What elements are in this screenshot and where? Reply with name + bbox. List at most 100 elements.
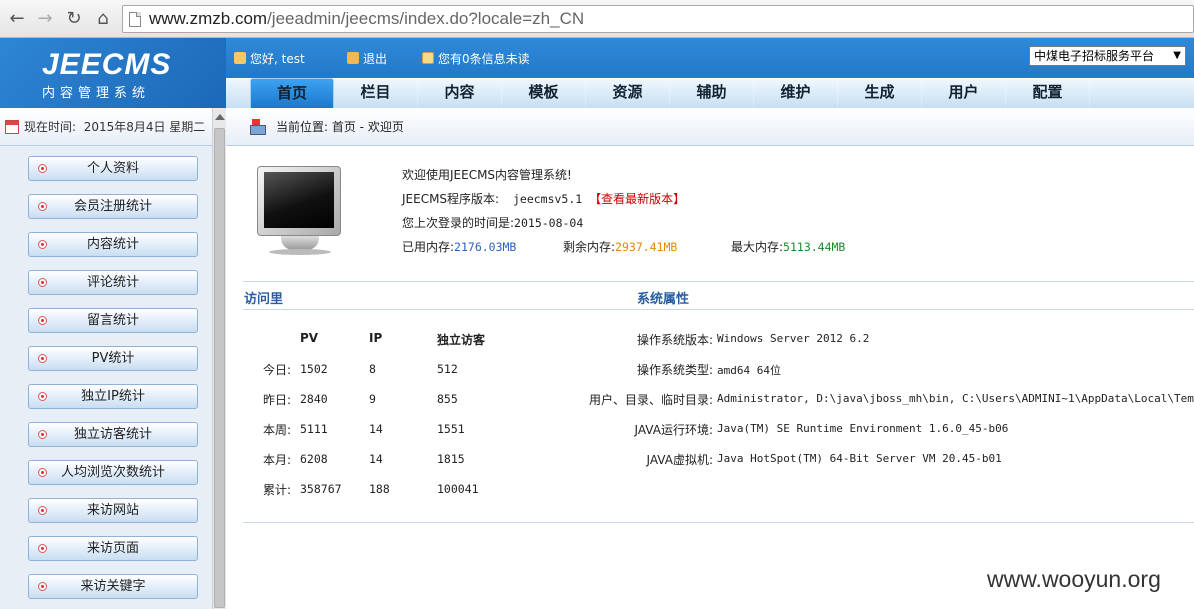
sub-header: 现在时间: 2015年8月4日 星期二 当前位置: 首页 - 欢迎页 bbox=[0, 108, 1194, 146]
time-label: 现在时间: bbox=[24, 120, 77, 134]
tab-channel[interactable]: 栏目 bbox=[334, 78, 418, 108]
messages-link[interactable]: 您有0条信息未读 bbox=[422, 50, 530, 67]
logout-link[interactable]: 退出 bbox=[347, 50, 387, 67]
mem-max-value: 5113.44MB bbox=[783, 240, 846, 254]
memory-free: 剩余内存:2937.41MB bbox=[563, 238, 677, 255]
prop-os-type-label: 操作系统类型: bbox=[636, 363, 713, 377]
prop-dirs-value: Administrator, D:\java\jboss_mh\bin, C:\… bbox=[717, 392, 1194, 405]
mem-max-label: 最大内存: bbox=[731, 240, 784, 254]
logo-sub-text: 内容管理系统 bbox=[42, 86, 151, 101]
scrollbar-thumb[interactable] bbox=[214, 128, 225, 608]
visits-title: 访问里 bbox=[244, 292, 284, 307]
prop-os-version-label: 操作系统版本: bbox=[636, 333, 713, 347]
site-select-value: 中煤电子招标服务平台 bbox=[1034, 49, 1155, 63]
prop-os-version-value: Windows Server 2012 6.2 bbox=[717, 332, 870, 345]
cell-ip: 14 bbox=[369, 452, 383, 466]
tab-resource[interactable]: 资源 bbox=[586, 78, 670, 108]
version-line: JEECMS程序版本: jeecmsv5.1 【查看最新版本】 bbox=[402, 190, 685, 207]
forward-icon[interactable]: → bbox=[34, 8, 56, 30]
url-host: www.zmzb.com bbox=[149, 9, 268, 28]
arrow-bullet-icon bbox=[38, 164, 47, 173]
page-icon bbox=[129, 12, 141, 27]
url-text[interactable]: www.zmzb.com/jeeadmin/jeecms/index.do?lo… bbox=[149, 9, 584, 29]
arrow-bullet-icon bbox=[38, 278, 47, 287]
cell-uv: 855 bbox=[437, 392, 458, 406]
scroll-up-icon[interactable] bbox=[215, 114, 225, 120]
calendar-icon bbox=[5, 120, 19, 134]
check-update-link[interactable]: 【查看最新版本】 bbox=[589, 192, 685, 206]
sidebar: 个人资料 会员注册统计 内容统计 评论统计 留言统计 PV统计 独立IP统计 独… bbox=[0, 146, 212, 609]
reload-icon[interactable]: ↻ bbox=[63, 8, 85, 30]
tab-content[interactable]: 内容 bbox=[418, 78, 502, 108]
welcome-title: 欢迎使用JEECMS内容管理系统! bbox=[402, 168, 572, 182]
back-icon[interactable]: ← bbox=[6, 8, 28, 30]
tab-user[interactable]: 用户 bbox=[922, 78, 1006, 108]
sidebar-item-content-stats[interactable]: 内容统计 bbox=[28, 232, 198, 257]
prop-jvm-value: Java HotSpot(TM) 64-Bit Server VM 20.45-… bbox=[717, 452, 1002, 465]
logo-main-text: JEECMS bbox=[42, 48, 172, 81]
sidebar-item-profile[interactable]: 个人资料 bbox=[28, 156, 198, 181]
cell-pv: 1502 bbox=[300, 362, 328, 376]
last-login-label: 您上次登录的时间是: bbox=[402, 216, 515, 230]
location-flag-icon bbox=[250, 119, 266, 135]
arrow-bullet-icon bbox=[38, 430, 47, 439]
current-time: 现在时间: 2015年8月4日 星期二 bbox=[0, 108, 210, 146]
last-login-value: 2015-08-04 bbox=[514, 216, 584, 230]
tab-maintain[interactable]: 维护 bbox=[754, 78, 838, 108]
sidebar-item-avg-views-stats[interactable]: 人均浏览次数统计 bbox=[28, 460, 198, 485]
tab-home[interactable]: 首页 bbox=[250, 78, 334, 108]
cell-ip: 8 bbox=[369, 362, 376, 376]
col-header-ip: IP bbox=[369, 331, 383, 345]
sidebar-item-referrer-keywords[interactable]: 来访关键字 bbox=[28, 574, 198, 599]
prop-java-runtime-value: Java(TM) SE Runtime Environment 1.6.0_45… bbox=[717, 422, 1009, 435]
sidebar-item-visitor-stats[interactable]: 独立访客统计 bbox=[28, 422, 198, 447]
sidebar-item-label: 留言统计 bbox=[86, 313, 139, 328]
tab-assist[interactable]: 辅助 bbox=[670, 78, 754, 108]
cell-uv: 1551 bbox=[437, 422, 465, 436]
prop-os-type-value: amd64 64位 bbox=[717, 364, 781, 377]
arrow-bullet-icon bbox=[38, 240, 47, 249]
mem-free-value: 2937.41MB bbox=[615, 240, 678, 254]
divider bbox=[243, 522, 1194, 523]
logout-text[interactable]: 退出 bbox=[363, 52, 387, 66]
sidebar-scrollbar[interactable] bbox=[212, 108, 226, 609]
memory-line: 已用内存:2176.03MB bbox=[402, 238, 516, 255]
sidebar-item-ip-stats[interactable]: 独立IP统计 bbox=[28, 384, 198, 409]
home-icon[interactable]: ⌂ bbox=[92, 8, 114, 30]
divider bbox=[243, 281, 1194, 282]
url-path: /jeeadmin/jeecms/index.do?locale=zh_CN bbox=[267, 9, 585, 28]
greeting-text: 您好, test bbox=[250, 52, 305, 66]
site-select[interactable]: 中煤电子招标服务平台 ▼ bbox=[1029, 46, 1186, 66]
row-label: 今日: bbox=[263, 363, 292, 377]
app-header: JEECMS 内容管理系统 您好, test 退出 您有0条信息未读 中煤电子招… bbox=[0, 38, 1194, 108]
cell-ip: 14 bbox=[369, 422, 383, 436]
cell-pv: 358767 bbox=[300, 482, 342, 496]
chevron-down-icon: ▼ bbox=[1173, 50, 1181, 61]
sidebar-item-label: 来访关键字 bbox=[80, 579, 146, 594]
time-value: 2015年8月4日 星期二 bbox=[83, 120, 206, 134]
row-label: 累计: bbox=[263, 483, 292, 497]
sidebar-item-label: 独立IP统计 bbox=[81, 389, 145, 404]
sidebar-item-label: 人均浏览次数统计 bbox=[60, 465, 165, 480]
version-value: jeecmsv5.1 bbox=[512, 192, 583, 206]
sidebar-item-comment-stats[interactable]: 评论统计 bbox=[28, 270, 198, 295]
prop-java-runtime-label: JAVA运行环境: bbox=[634, 423, 713, 437]
system-title: 系统属性 bbox=[637, 292, 690, 307]
sidebar-item-member-stats[interactable]: 会员注册统计 bbox=[28, 194, 198, 219]
tab-config[interactable]: 配置 bbox=[1006, 78, 1090, 108]
user-icon bbox=[234, 52, 246, 64]
sidebar-item-guestbook-stats[interactable]: 留言统计 bbox=[28, 308, 198, 333]
address-bar[interactable]: www.zmzb.com/jeeadmin/jeecms/index.do?lo… bbox=[122, 5, 1194, 33]
sidebar-item-pv-stats[interactable]: PV统计 bbox=[28, 346, 198, 371]
tab-generate[interactable]: 生成 bbox=[838, 78, 922, 108]
sidebar-item-label: 评论统计 bbox=[86, 275, 139, 290]
arrow-bullet-icon bbox=[38, 316, 47, 325]
messages-text[interactable]: 您有0条信息未读 bbox=[438, 52, 530, 66]
row-label: 本月: bbox=[263, 453, 292, 467]
tab-template[interactable]: 模板 bbox=[502, 78, 586, 108]
sidebar-item-referrer-sites[interactable]: 来访网站 bbox=[28, 498, 198, 523]
arrow-bullet-icon bbox=[38, 392, 47, 401]
sidebar-item-label: 个人资料 bbox=[86, 161, 139, 176]
mem-used-value: 2176.03MB bbox=[454, 240, 517, 254]
sidebar-item-referrer-pages[interactable]: 来访页面 bbox=[28, 536, 198, 561]
